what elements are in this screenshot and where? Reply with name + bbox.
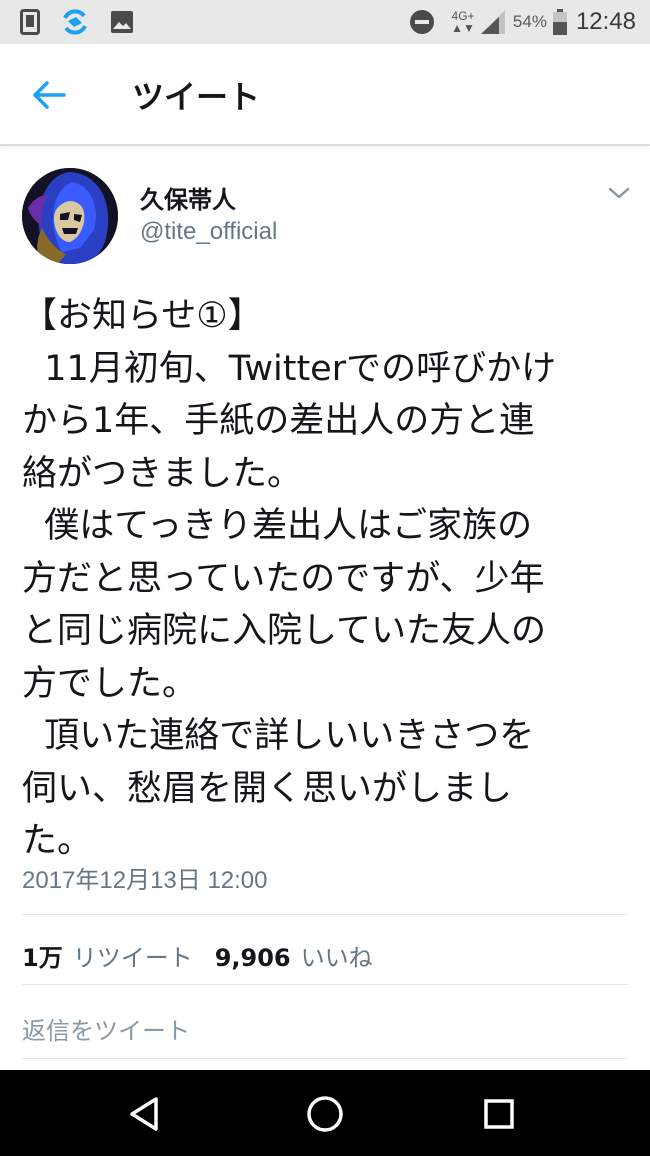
tweet-menu-button[interactable] [606,184,632,202]
nav-home-button[interactable] [303,1092,347,1136]
clock: 12:48 [575,8,636,35]
author-name[interactable]: 久保帯人 [140,180,236,215]
tweet-text-line: 方でした。 [22,663,198,704]
signal-icon [480,10,505,34]
tweet-text-line: 方だと思っていたのですが、少年 [22,558,545,599]
status-bar: 4G+ ▲▼ 54% 12:48 [0,0,650,44]
divider [22,1058,628,1059]
gallery-icon [111,11,133,33]
nav-recents-button[interactable] [477,1092,521,1136]
nav-home-icon [307,1096,343,1132]
tweet-timestamp[interactable]: 2017年12月13日 12:00 [22,860,268,895]
back-button[interactable] [30,78,70,112]
back-arrow-icon [33,81,66,109]
tweet-text: 【お知らせ①】 11月初旬、Twitterでの呼びかけ から1年、手紙の差出人の… [22,290,632,868]
status-bar-notifications [20,8,134,36]
status-bar-system: 4G+ ▲▼ 54% 12:48 [409,6,636,38]
retweet-count[interactable]: 1万 [22,938,63,973]
tweet-text-line: から1年、手紙の差出人の方と連 [22,401,535,441]
tweet-text-line: 【お知らせ①】 [22,296,263,336]
avatar[interactable] [22,168,118,264]
divider [22,914,628,915]
like-label[interactable]: いいね [301,938,373,973]
sync-app-icon [63,9,87,35]
divider [22,984,628,985]
author-handle[interactable]: @tite_official [140,218,277,246]
do-not-disturb-icon [410,10,435,34]
like-count[interactable]: 9,906 [215,944,291,972]
app-bar: ツイート [0,44,650,146]
reply-input[interactable]: 返信をツイート [22,1011,190,1046]
tweet-text-line: と同じ病院に入院していた友人の [22,611,546,651]
nav-back-icon [130,1097,158,1131]
tweet-text-line: 伺い、愁眉を開く思いがしまし [22,768,513,809]
tweet-text-line: 頂いた連絡で詳しいいきさつを [22,716,535,756]
avatar-image [22,168,118,264]
nav-back-button[interactable] [122,1092,166,1136]
chevron-down-icon [608,187,630,199]
retweet-label[interactable]: リツイート [73,938,193,973]
system-navigation-bar [0,1070,650,1156]
page-title: ツイート [132,78,261,116]
phone-frame-icon [20,9,40,35]
tweet-text-line: 絡がつきました。 [22,453,303,494]
nav-recents-icon [484,1099,514,1129]
battery-icon [552,9,567,35]
network-activity-arrows: ▲▼ [451,21,475,35]
tweet-text-line: 11月初旬、Twitterでの呼びかけ [22,348,557,389]
tweet-text-line: 僕はてっきり差出人はご家族の [22,506,533,546]
network-indicator: 4G+ ▲▼ [451,10,475,34]
tweet-stats: 1万 リツイート 9,906 いいね [22,938,373,973]
battery-percent: 54% [512,12,547,31]
